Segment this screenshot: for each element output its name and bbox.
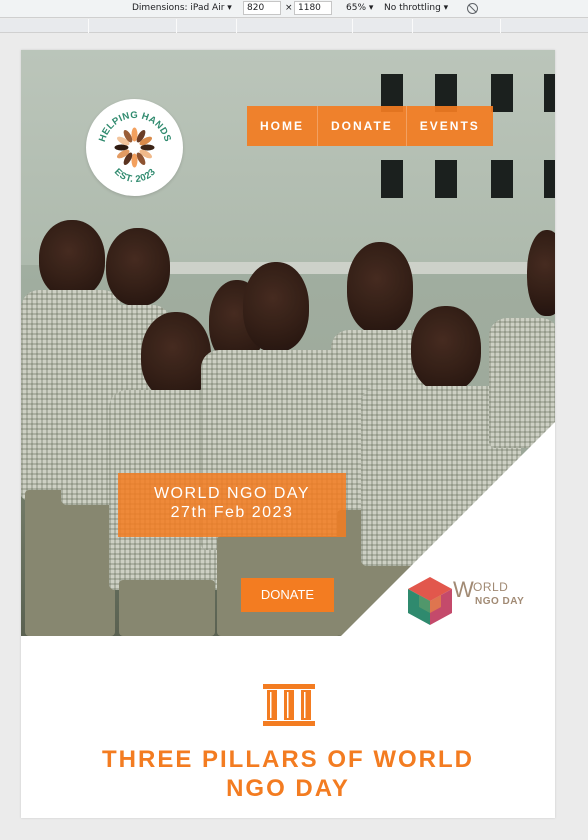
media-query-ruler: [0, 19, 588, 33]
nav-donate[interactable]: DONATE: [318, 106, 407, 146]
pillars-heading-line2: NGO DAY: [226, 775, 350, 802]
nav-home[interactable]: HOME: [247, 106, 318, 146]
nav-events[interactable]: EVENTS: [407, 106, 493, 146]
zoom-dropdown[interactable]: 65% ▾: [346, 3, 373, 13]
helping-hands-logo[interactable]: HELPING HANDS EST. 2023: [86, 99, 183, 196]
event-date: 27th Feb 2023: [170, 504, 294, 521]
hands-circle-icon: [114, 127, 155, 168]
helping-hands-logo-mark: HELPING HANDS EST. 2023: [97, 110, 173, 185]
world-ngo-day-logo-letter: W: [453, 577, 475, 602]
devtools-toolbar: Dimensions: iPad Air ▾ 820 × 1180 65% ▾ …: [0, 0, 588, 18]
event-title: WORLD NGO DAY: [153, 485, 311, 502]
device-dimensions-dropdown[interactable]: Dimensions: iPad Air ▾: [132, 3, 232, 13]
pillars-icon: [263, 684, 315, 726]
world-ngo-day-logo-orld: ORLD: [473, 580, 509, 594]
world-ngo-day-logo-subtitle: NGO DAY: [475, 596, 525, 607]
page-viewport: HELPING HANDS EST. 2023 HOME DONATE EVEN…: [21, 50, 555, 818]
pillars-heading-line1: THREE PILLARS OF WORLD: [102, 746, 474, 773]
logo-bottom-text: EST. 2023: [112, 166, 158, 185]
throttling-dropdown[interactable]: No throttling ▾: [384, 3, 448, 13]
dimension-separator: ×: [285, 3, 293, 13]
world-ngo-day-cube-icon: [408, 577, 452, 625]
rotate-disabled-icon[interactable]: [467, 3, 478, 14]
pillars-heading: THREE PILLARS OF WORLD NGO DAY: [21, 745, 555, 803]
donate-button[interactable]: DONATE: [241, 578, 334, 612]
svg-text:EST. 2023: EST. 2023: [112, 166, 158, 185]
event-banner: WORLD NGO DAY 27th Feb 2023: [118, 473, 346, 537]
viewport-height-input[interactable]: 1180: [294, 1, 332, 15]
viewport-width-input[interactable]: 820: [243, 1, 281, 15]
main-nav: HOME DONATE EVENTS: [247, 106, 493, 146]
